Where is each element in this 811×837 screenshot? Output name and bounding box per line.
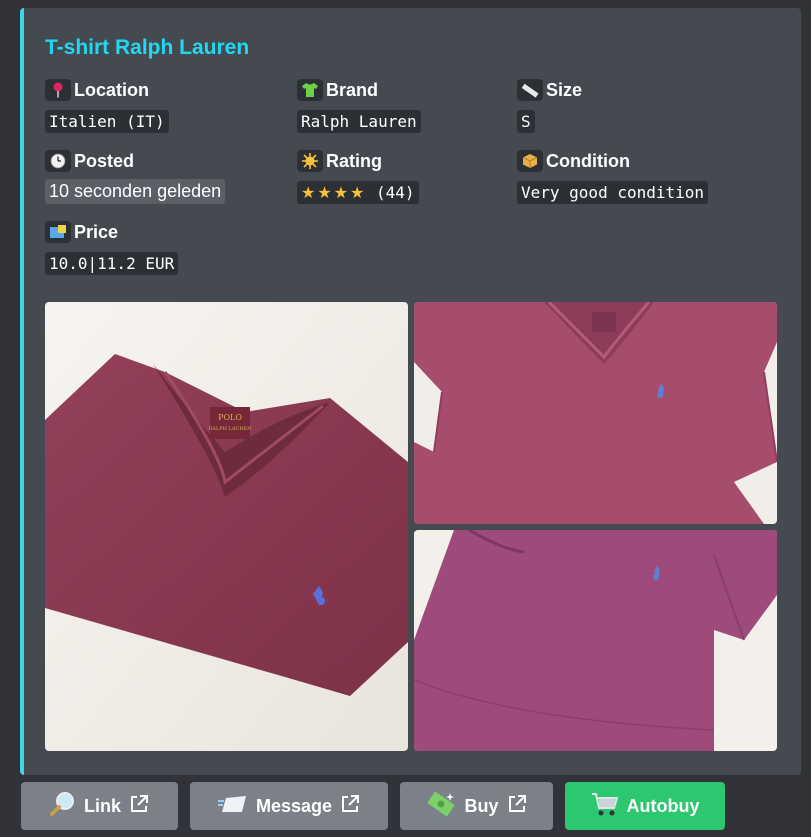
- link-button[interactable]: Link: [21, 782, 178, 830]
- folded-tshirt-photo[interactable]: POLO RALPH LAUREN: [45, 302, 408, 751]
- field-condition: Condition Very good condition: [517, 149, 709, 204]
- field-brand-label: Brand: [326, 79, 379, 100]
- sun-icon: [297, 150, 323, 172]
- svg-text:RALPH LAUREN: RALPH LAUREN: [209, 426, 253, 432]
- field-price-value: 10.0|11.2 EUR: [45, 252, 179, 275]
- field-rating-value: ★★★★ (44): [297, 181, 419, 204]
- field-size: Size S: [517, 78, 582, 133]
- embed-card: T-shirt Ralph Lauren Location Italien (I…: [20, 8, 801, 775]
- field-brand: Brand Ralph Lauren: [297, 78, 421, 133]
- link-button-label: Link: [83, 795, 121, 816]
- field-location-label: Location: [74, 79, 149, 100]
- message-button-label: Message: [255, 795, 333, 816]
- pin-icon: [45, 79, 71, 101]
- clock-icon: [45, 150, 71, 172]
- embed-accent-bar: [20, 8, 24, 775]
- buy-button[interactable]: Buy: [400, 782, 553, 830]
- field-price: Price 10.0|11.2 EUR: [45, 220, 179, 275]
- field-condition-value: Very good condition: [517, 181, 709, 204]
- cart-icon: [591, 791, 619, 822]
- field-condition-label: Condition: [546, 150, 630, 171]
- autobuy-button-label: Autobuy: [626, 795, 700, 816]
- rating-stars: ★★★★: [301, 183, 367, 202]
- field-rating-label: Rating: [326, 150, 382, 171]
- svg-text:POLO: POLO: [218, 413, 242, 422]
- package-icon: [517, 150, 543, 172]
- external-link-icon: [507, 794, 527, 819]
- field-brand-value: Ralph Lauren: [297, 110, 421, 133]
- message-icon: [217, 794, 248, 819]
- rating-count: (44): [376, 183, 415, 202]
- field-posted-value: 10 seconden geleden: [45, 179, 226, 204]
- tshirt-side-photo[interactable]: [414, 530, 777, 751]
- external-link-icon: [340, 794, 360, 819]
- price-tag-icon: [45, 221, 71, 243]
- field-posted: Posted 10 seconden geleden: [45, 149, 226, 204]
- buy-button-label: Buy: [464, 795, 499, 816]
- field-rating: Rating ★★★★ (44): [297, 149, 419, 204]
- field-location-value: Italien (IT): [45, 110, 169, 133]
- field-size-value: S: [517, 110, 535, 133]
- autobuy-button[interactable]: Autobuy: [565, 782, 725, 830]
- tshirt-top-photo[interactable]: [414, 302, 777, 524]
- ruler-icon: [517, 79, 543, 101]
- message-button[interactable]: Message: [190, 782, 388, 830]
- external-link-icon: [129, 794, 149, 819]
- listing-title[interactable]: T-shirt Ralph Lauren: [45, 36, 249, 60]
- tshirt-icon: [297, 79, 323, 101]
- money-icon: [426, 790, 456, 822]
- field-location: Location Italien (IT): [45, 78, 169, 133]
- magnifier-icon: [49, 791, 76, 822]
- field-posted-label: Posted: [74, 150, 135, 171]
- field-size-label: Size: [546, 79, 583, 100]
- field-price-label: Price: [74, 221, 119, 242]
